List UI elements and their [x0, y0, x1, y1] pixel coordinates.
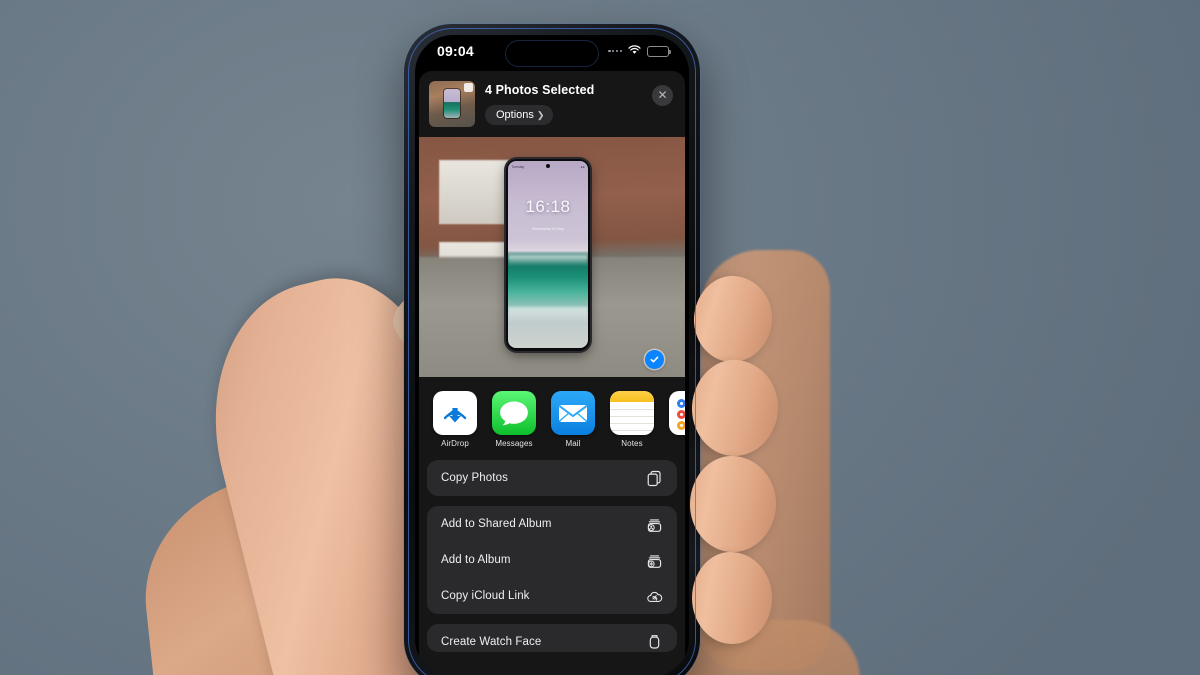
mail-icon	[551, 391, 595, 435]
photo-inner-phone-camera	[545, 163, 550, 168]
airdrop-icon	[433, 391, 477, 435]
action-label: Create Watch Face	[441, 636, 542, 648]
notes-rule	[610, 423, 654, 424]
photo-inner-statusbar-right: ●●	[580, 164, 585, 169]
share-target-label: Mail	[565, 439, 581, 448]
action-row-create-watch-face[interactable]: Create Watch Face	[427, 624, 677, 652]
options-button[interactable]: Options ❯	[485, 105, 554, 125]
messages-icon	[492, 391, 536, 435]
share-target-label: Re	[669, 439, 685, 448]
right-hand-finger	[688, 454, 778, 554]
photo-inner-wave-foam	[508, 254, 588, 266]
right-hand-finger	[692, 552, 772, 644]
notes-header-band	[610, 391, 654, 402]
photo-preview-next[interactable]	[419, 137, 685, 377]
photo-inner-phone-screen: Tuesday ●● 16:18 Wednesday 22 May	[508, 161, 588, 349]
icloud-link-icon	[645, 587, 664, 606]
options-label: Options	[496, 109, 534, 121]
photo-ground	[419, 257, 685, 377]
photo-inner-phone: Tuesday ●● 16:18 Wednesday 22 May	[505, 158, 591, 351]
notes-icon	[610, 391, 654, 435]
photo-selected-check-icon[interactable]	[645, 350, 664, 369]
share-sheet-header: 4 Photos Selected Options ❯ ✕	[419, 71, 685, 137]
action-label: Copy Photos	[441, 472, 508, 484]
thumbnail-badge-icon	[464, 83, 473, 92]
status-time: 09:04	[437, 43, 474, 59]
right-hand-finger	[688, 357, 782, 459]
wifi-icon	[628, 42, 641, 60]
watch-face-icon	[645, 633, 664, 652]
share-target-label: AirDrop	[441, 439, 469, 448]
action-group: Create Watch Face	[427, 624, 677, 652]
selection-count-title: 4 Photos Selected	[485, 83, 595, 97]
chevron-right-icon: ❯	[536, 109, 545, 120]
action-label: Copy iCloud Link	[441, 590, 530, 602]
phone-screen: 09:04 4 Photos Selected Options ❯ ✕ Tues…	[415, 35, 689, 675]
thumbnail-phone-shape	[443, 89, 461, 118]
notes-rule	[610, 430, 654, 431]
copy-icon	[645, 469, 664, 488]
action-row-add-to-album[interactable]: Add to Album	[427, 542, 677, 578]
close-button[interactable]: ✕	[652, 85, 673, 106]
share-sheet: 4 Photos Selected Options ❯ ✕ Tuesday ●●…	[419, 71, 685, 675]
photo-inner-wave-foam-2	[508, 306, 588, 322]
notes-rule	[610, 409, 654, 410]
notes-rule	[610, 416, 654, 417]
add-album-icon	[645, 551, 664, 570]
share-target-reminders[interactable]: Re	[669, 391, 685, 448]
dynamic-island	[506, 41, 598, 66]
reminders-dot-blue	[677, 399, 685, 408]
share-target-airdrop[interactable]: AirDrop	[433, 391, 477, 448]
action-row-copy-icloud-link[interactable]: Copy iCloud Link	[427, 578, 677, 614]
share-target-label: Notes	[621, 439, 643, 448]
photo-preview-strip[interactable]: Tuesday ●● 16:18 Wednesday 22 May	[419, 137, 685, 377]
cellular-dots-icon	[608, 49, 622, 53]
battery-icon	[647, 45, 671, 57]
share-target-mail[interactable]: Mail	[551, 391, 595, 448]
action-group: Add to Shared Album Add to Album Copy iC…	[427, 506, 677, 614]
iphone-device: 09:04 4 Photos Selected Options ❯ ✕ Tues…	[404, 24, 700, 675]
share-target-label: Messages	[495, 439, 533, 448]
action-label: Add to Shared Album	[441, 518, 552, 530]
share-sheet-header-text: 4 Photos Selected Options ❯	[485, 81, 594, 125]
checkmark-icon	[650, 356, 659, 363]
screenshot-scene: 09:04 4 Photos Selected Options ❯ ✕ Tues…	[0, 0, 1200, 675]
status-indicators	[608, 42, 671, 60]
share-targets-row[interactable]: AirDrop Messages Mail Notes	[419, 377, 685, 458]
photo-inner-phone-clock: 16:18	[525, 196, 571, 216]
reminders-icon	[669, 391, 685, 435]
shared-album-icon	[645, 515, 664, 534]
action-row-add-to-shared-album[interactable]: Add to Shared Album	[427, 506, 677, 542]
reminders-dot-orange	[677, 421, 685, 430]
share-target-messages[interactable]: Messages	[492, 391, 536, 448]
share-actions-list: Copy Photos Add to Shared Album Add to A…	[419, 458, 685, 652]
photo-inner-statusbar-left: Tuesday	[511, 164, 525, 169]
selected-photo-thumbnail[interactable]	[429, 81, 475, 127]
action-group: Copy Photos	[427, 460, 677, 496]
reminders-dot-red	[677, 410, 685, 419]
action-row-copy-photos[interactable]: Copy Photos	[427, 460, 677, 496]
share-target-notes[interactable]: Notes	[610, 391, 654, 448]
photo-inner-phone-date: Wednesday 22 May	[532, 226, 564, 231]
right-hand-finger	[689, 272, 777, 366]
action-label: Add to Album	[441, 554, 511, 566]
